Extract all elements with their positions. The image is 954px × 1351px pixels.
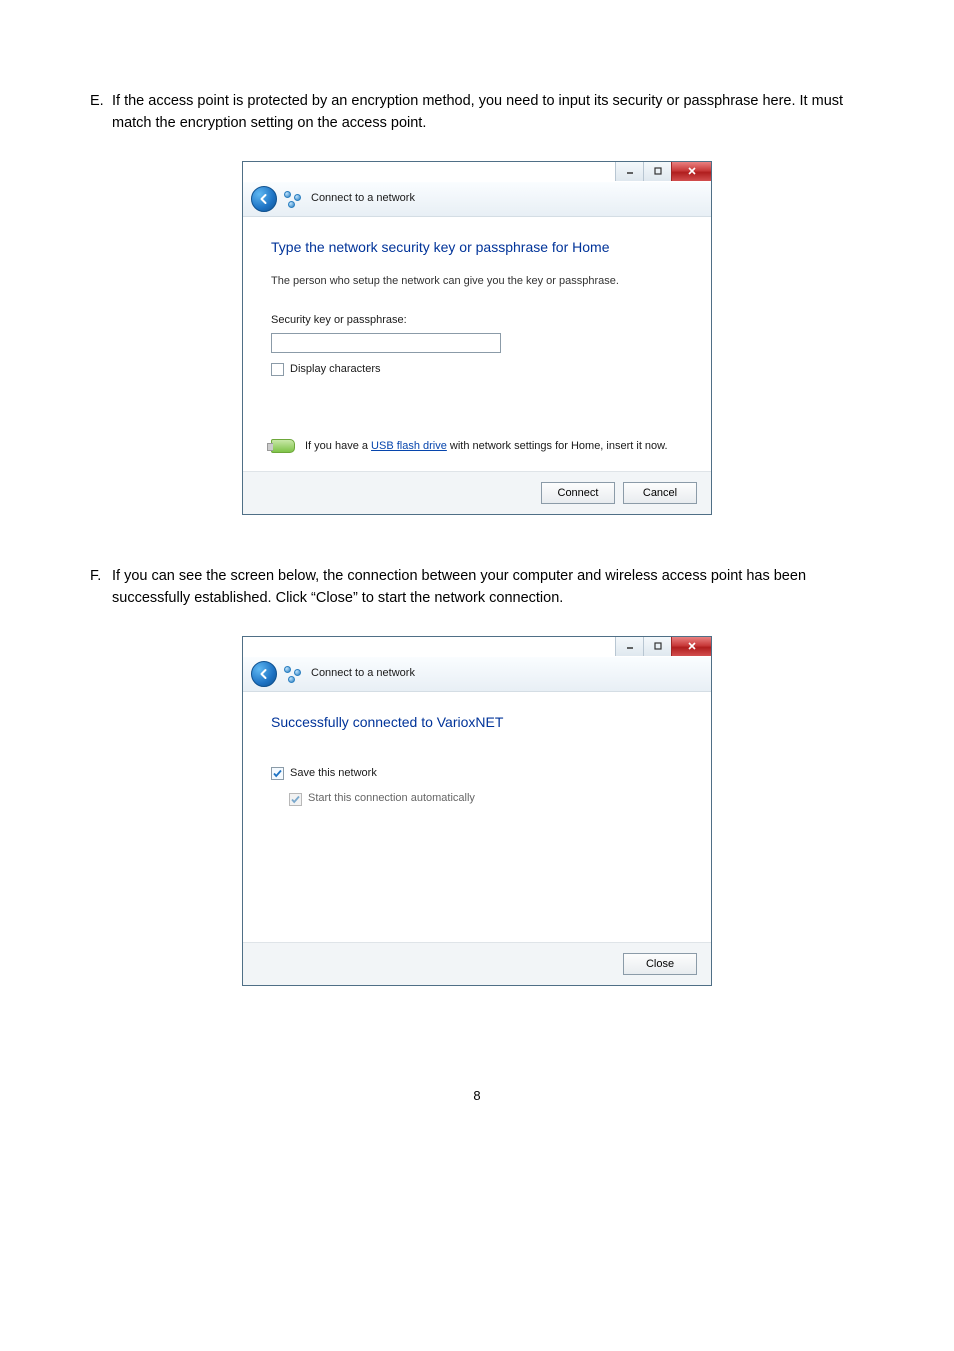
connect-button[interactable]: Connect bbox=[541, 482, 615, 504]
display-characters-label: Display characters bbox=[290, 361, 380, 378]
paragraph-f-marker: F. bbox=[90, 565, 112, 587]
save-network-checkbox[interactable] bbox=[271, 767, 284, 780]
titlebar bbox=[243, 637, 711, 657]
dialog-header: Connect to a network bbox=[243, 657, 711, 692]
start-auto-checkbox[interactable] bbox=[289, 793, 302, 806]
usb-flash-drive-link[interactable]: USB flash drive bbox=[371, 440, 447, 452]
page-number: 8 bbox=[90, 1086, 864, 1106]
dialog-header: Connect to a network bbox=[243, 182, 711, 217]
network-icon bbox=[283, 190, 301, 208]
titlebar bbox=[243, 162, 711, 182]
usb-hint-text: If you have a USB flash drive with netwo… bbox=[305, 438, 668, 455]
paragraph-f-text: If you can see the screen below, the con… bbox=[112, 565, 864, 610]
network-icon bbox=[283, 665, 301, 683]
dialog-body: Successfully connected to VarioxNET Save… bbox=[243, 692, 711, 942]
minimize-button[interactable] bbox=[615, 162, 643, 181]
back-button[interactable] bbox=[251, 661, 277, 687]
dialog-footer: Connect Cancel bbox=[243, 471, 711, 514]
dialog-body: Type the network security key or passphr… bbox=[243, 217, 711, 471]
close-dialog-button[interactable]: Close bbox=[623, 953, 697, 975]
start-auto-row[interactable]: Start this connection automatically bbox=[289, 790, 683, 807]
cancel-button[interactable]: Cancel bbox=[623, 482, 697, 504]
save-network-row[interactable]: Save this network bbox=[271, 765, 683, 782]
save-network-label: Save this network bbox=[290, 765, 377, 782]
close-button[interactable] bbox=[671, 162, 711, 181]
dialog-title: Connect to a network bbox=[311, 190, 415, 207]
passphrase-input[interactable] bbox=[271, 333, 501, 353]
dialog-subheading: The person who setup the network can giv… bbox=[271, 273, 683, 290]
passphrase-label: Security key or passphrase: bbox=[271, 312, 683, 329]
minimize-button[interactable] bbox=[615, 637, 643, 656]
usb-flash-drive-icon bbox=[271, 439, 295, 453]
paragraph-e-text: If the access point is protected by an e… bbox=[112, 90, 864, 135]
paragraph-e: E. If the access point is protected by a… bbox=[90, 90, 864, 135]
close-button[interactable] bbox=[671, 637, 711, 656]
display-characters-checkbox[interactable] bbox=[271, 363, 284, 376]
back-button[interactable] bbox=[251, 186, 277, 212]
dialog-passphrase: Connect to a network Type the network se… bbox=[242, 161, 712, 515]
maximize-button[interactable] bbox=[643, 637, 671, 656]
dialog-title: Connect to a network bbox=[311, 665, 415, 682]
dialog-heading: Type the network security key or passphr… bbox=[271, 237, 683, 259]
dialog-footer: Close bbox=[243, 942, 711, 985]
maximize-button[interactable] bbox=[643, 162, 671, 181]
paragraph-e-marker: E. bbox=[90, 90, 112, 112]
start-auto-label: Start this connection automatically bbox=[308, 790, 475, 807]
display-characters-row[interactable]: Display characters bbox=[271, 361, 683, 378]
dialog-success: Connect to a network Successfully connec… bbox=[242, 636, 712, 986]
paragraph-f: F. If you can see the screen below, the … bbox=[90, 565, 864, 610]
dialog-heading: Successfully connected to VarioxNET bbox=[271, 712, 683, 734]
usb-hint: If you have a USB flash drive with netwo… bbox=[271, 438, 683, 455]
